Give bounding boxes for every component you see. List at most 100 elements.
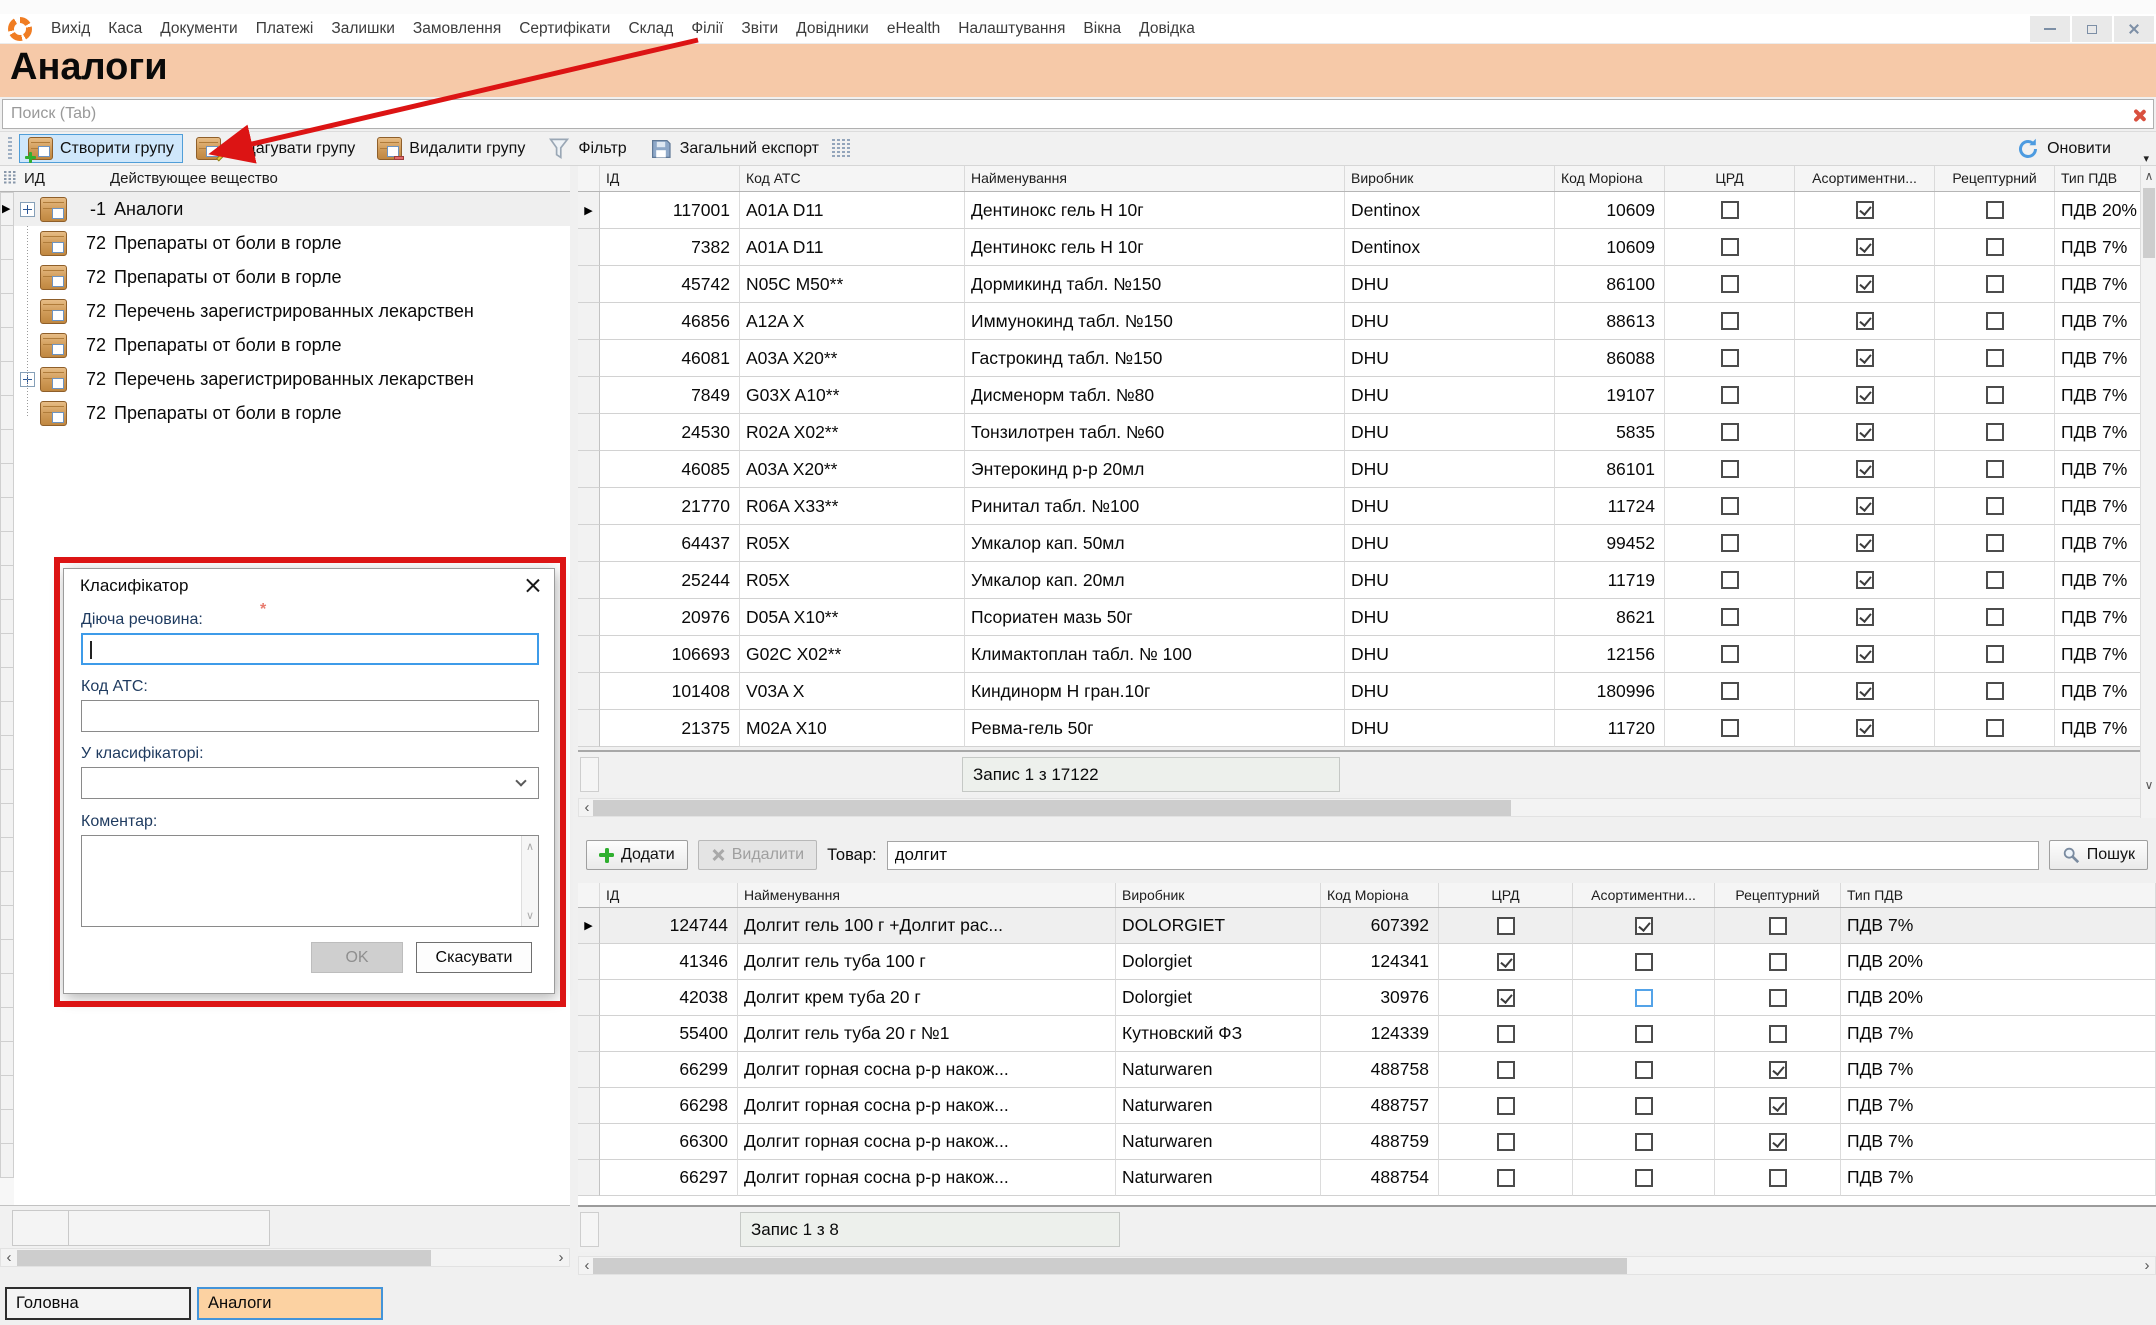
assortment-checkbox[interactable] (1635, 1061, 1653, 1079)
row-selector[interactable] (578, 1088, 600, 1124)
scroll-down-icon[interactable]: ∨ (522, 909, 538, 922)
assortment-checkbox[interactable] (1635, 953, 1653, 971)
table-row[interactable]: 117001 A01A D11 Дентинокс гель Н 10г Den… (578, 192, 2156, 229)
assortment-checkbox[interactable] (1635, 989, 1653, 1007)
scrollbar-thumb[interactable] (593, 800, 1511, 816)
export-button[interactable]: Загальний експорт (640, 134, 828, 163)
assortment-checkbox[interactable] (1856, 275, 1874, 293)
tree-row[interactable]: 72 Препараты от боли в горле (14, 260, 570, 294)
table-row[interactable]: 24530 R02A X02** Тонзилотрен табл. №60 D… (578, 414, 2156, 451)
row-selector[interactable] (578, 944, 600, 980)
assortment-checkbox[interactable] (1635, 1169, 1653, 1187)
delete-group-button[interactable]: Видалити групу (368, 134, 534, 163)
row-selector[interactable] (578, 1124, 600, 1160)
table-row[interactable]: 124744 Долгит гель 100 г +Долгит рас... … (578, 908, 2156, 944)
tree-horizontal-scrollbar[interactable]: ‹ › (0, 1248, 570, 1267)
col-recipe[interactable]: Рецептурний (1715, 883, 1841, 907)
row-selector[interactable] (578, 980, 600, 1016)
toolbar-overflow-caret-icon[interactable]: ▾ (2143, 152, 2149, 165)
col-assort[interactable]: Асортиментни... (1573, 883, 1715, 907)
row-selector[interactable] (578, 192, 600, 229)
col-id[interactable]: ІД (600, 883, 738, 907)
menu-item[interactable]: Сертифікати (510, 16, 619, 42)
recipe-checkbox[interactable] (1986, 534, 2004, 552)
recipe-checkbox[interactable] (1986, 645, 2004, 663)
assortment-checkbox[interactable] (1856, 497, 1874, 515)
main-column-chooser[interactable] (578, 166, 600, 191)
menu-item[interactable]: Філії (682, 16, 732, 42)
crd-checkbox[interactable] (1721, 534, 1739, 552)
menu-item[interactable]: Документи (151, 16, 246, 42)
col-recipe[interactable]: Рецептурний (1935, 166, 2055, 191)
tree-row[interactable]: 72 Препараты от боли в горле (14, 226, 570, 260)
close-button[interactable] (2114, 16, 2154, 42)
crd-checkbox[interactable] (1721, 608, 1739, 626)
assortment-checkbox[interactable] (1635, 1097, 1653, 1115)
assortment-checkbox[interactable] (1856, 423, 1874, 441)
recipe-checkbox[interactable] (1986, 497, 2004, 515)
scroll-up-icon[interactable]: ∧ (2141, 169, 2156, 183)
table-row[interactable]: 66298 Долгит горная сосна р-р накож... N… (578, 1088, 2156, 1124)
restore-button[interactable] (2072, 16, 2112, 42)
crd-checkbox[interactable] (1721, 497, 1739, 515)
row-selector[interactable] (578, 377, 600, 414)
assortment-checkbox[interactable] (1856, 349, 1874, 367)
assortment-checkbox[interactable] (1635, 1025, 1653, 1043)
crd-checkbox[interactable] (1721, 238, 1739, 256)
substance-field[interactable] (81, 633, 539, 665)
recipe-checkbox[interactable] (1769, 989, 1787, 1007)
row-selector[interactable] (578, 636, 600, 673)
bottom-column-chooser[interactable] (578, 883, 600, 907)
crd-checkbox[interactable] (1721, 423, 1739, 441)
crd-checkbox[interactable] (1497, 1169, 1515, 1187)
col-morion[interactable]: Код Моріона (1321, 883, 1439, 907)
scroll-down-icon[interactable]: ∨ (2141, 778, 2156, 792)
classifier-dropdown[interactable] (81, 767, 539, 799)
scroll-right-icon[interactable]: › (2139, 1257, 2155, 1275)
table-row[interactable]: 41346 Долгит гель туба 100 г Dolorgiet 1… (578, 944, 2156, 980)
col-assort[interactable]: Асортиментни... (1795, 166, 1935, 191)
row-selector[interactable] (578, 562, 600, 599)
table-row[interactable]: 21375 M02A X10 Ревма-гель 50г DHU 11720 … (578, 710, 2156, 747)
menu-item[interactable]: Замовлення (404, 16, 510, 42)
table-row[interactable]: 55400 Долгит гель туба 20 г №1 Кутновски… (578, 1016, 2156, 1052)
col-name[interactable]: Найменування (738, 883, 1116, 907)
recipe-checkbox[interactable] (1986, 719, 2004, 737)
crd-checkbox[interactable] (1497, 1133, 1515, 1151)
menu-item[interactable]: Довідники (787, 16, 878, 42)
row-selector[interactable] (578, 673, 600, 710)
recipe-checkbox[interactable] (1769, 1097, 1787, 1115)
table-row[interactable]: 45742 N05C M50** Дормикинд табл. №150 DH… (578, 266, 2156, 303)
scrollbar-thumb[interactable] (17, 1250, 431, 1266)
assortment-checkbox[interactable] (1856, 238, 1874, 256)
row-selector[interactable] (578, 599, 600, 636)
atc-field[interactable] (81, 700, 539, 732)
tree-row[interactable]: 72 Перечень зарегистрированных лекарстве… (14, 362, 570, 396)
menu-item[interactable]: Налаштування (949, 16, 1074, 42)
menu-item[interactable]: Звіти (732, 16, 787, 42)
tree-row[interactable]: 72 Препараты от боли в горле (14, 396, 570, 430)
table-row[interactable]: 7382 A01A D11 Дентинокс гель Н 10г Denti… (578, 229, 2156, 266)
col-vat[interactable]: Тип ПДВ (1841, 883, 2156, 907)
crd-checkbox[interactable] (1721, 349, 1739, 367)
bottom-tab[interactable]: Аналоги (197, 1287, 383, 1320)
bottom-tab[interactable]: Головна (5, 1287, 191, 1320)
table-row[interactable]: 46856 A12A X Иммунокинд табл. №150 DHU 8… (578, 303, 2156, 340)
tree-row[interactable]: 72 Перечень зарегистрированных лекарстве… (14, 294, 570, 328)
assortment-checkbox[interactable] (1856, 608, 1874, 626)
crd-checkbox[interactable] (1721, 386, 1739, 404)
textarea-scrollbar[interactable]: ∧ ∨ (521, 836, 538, 926)
scrollbar-thumb[interactable] (593, 1258, 1627, 1274)
menu-item[interactable]: Вихід (42, 16, 99, 42)
edit-group-button[interactable]: Редагувати групу (187, 134, 364, 163)
recipe-checkbox[interactable] (1769, 1025, 1787, 1043)
ok-button[interactable]: OK (311, 942, 403, 973)
assortment-checkbox[interactable] (1856, 534, 1874, 552)
col-manuf[interactable]: Виробник (1345, 166, 1555, 191)
table-row[interactable]: 20976 D05A X10** Псориатен мазь 50г DHU … (578, 599, 2156, 636)
crd-checkbox[interactable] (1721, 682, 1739, 700)
row-selector[interactable] (578, 414, 600, 451)
crd-checkbox[interactable] (1497, 1025, 1515, 1043)
row-selector[interactable] (578, 303, 600, 340)
assortment-checkbox[interactable] (1635, 917, 1653, 935)
